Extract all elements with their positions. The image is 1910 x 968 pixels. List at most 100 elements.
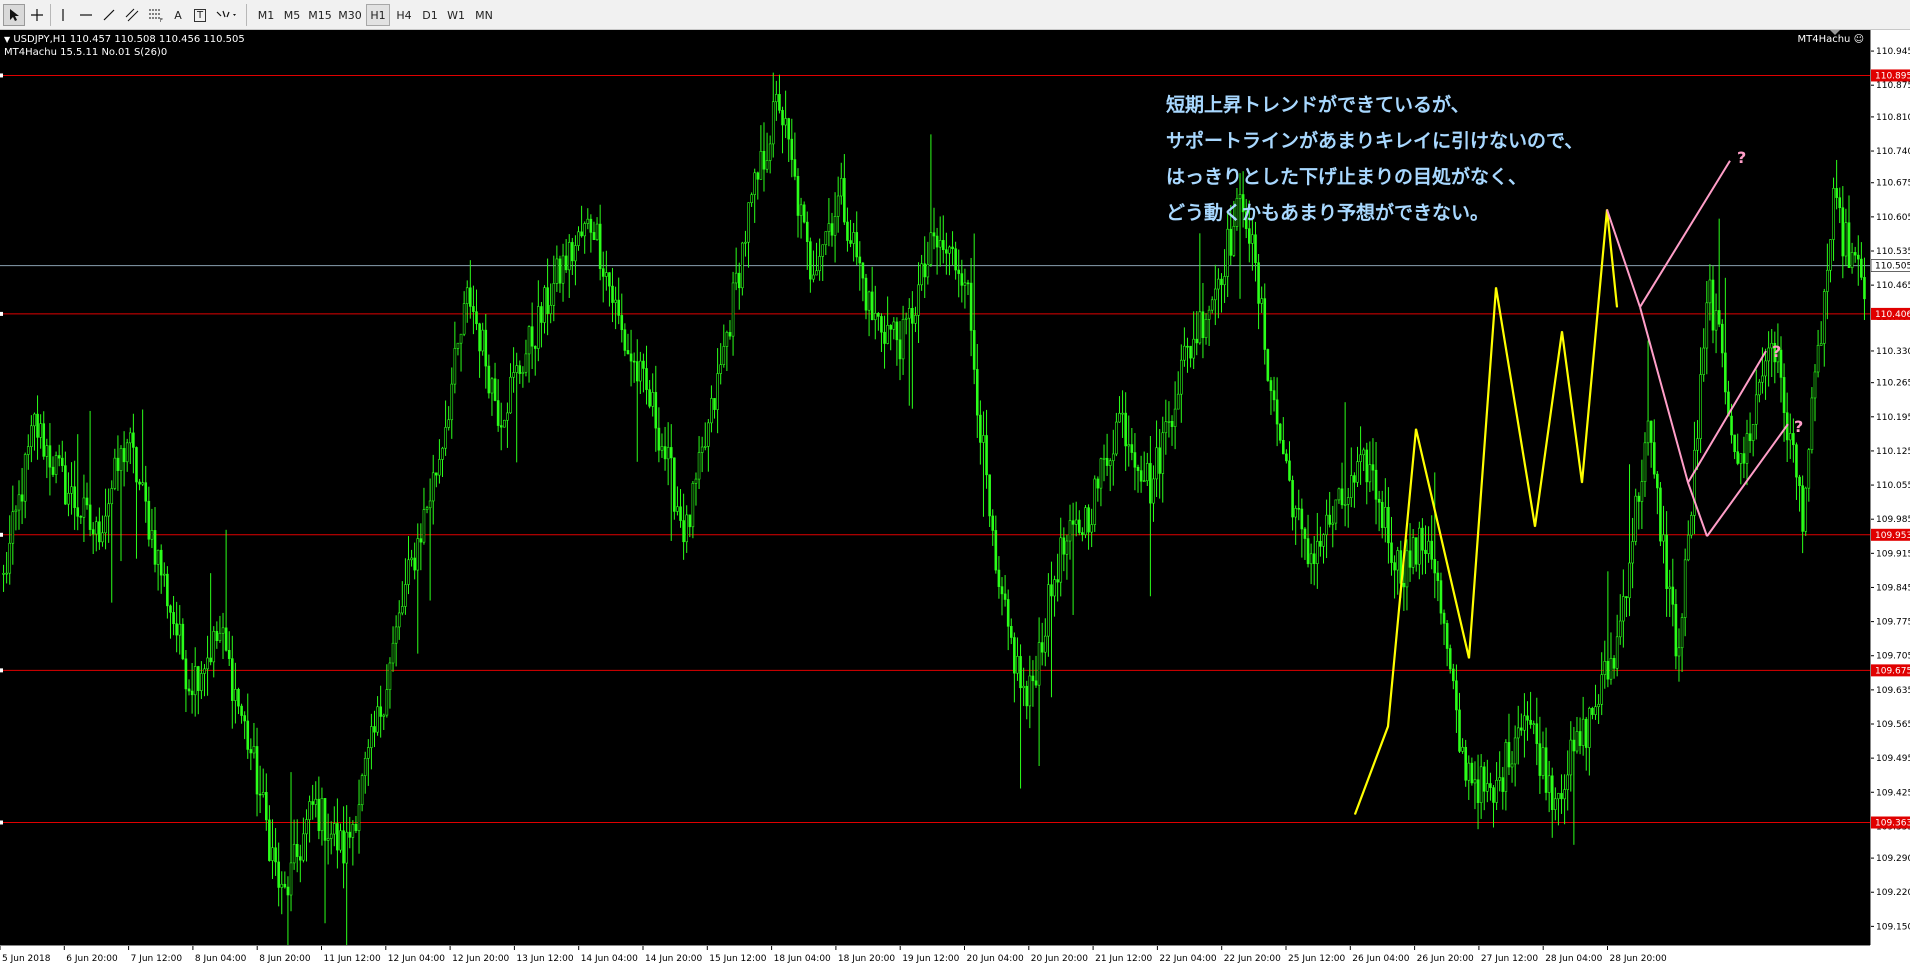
candle — [1628, 464, 1631, 617]
fibonacci-icon[interactable]: F — [145, 4, 167, 26]
level-handle[interactable] — [0, 532, 3, 537]
symbol-dropdown-icon[interactable]: ▼ — [4, 35, 10, 44]
candle — [951, 231, 954, 266]
candle — [1183, 327, 1186, 367]
timeframe-h4-button[interactable]: H4 — [392, 4, 416, 26]
candle — [629, 329, 633, 387]
candle — [277, 842, 280, 907]
zigzag-point — [1354, 813, 1356, 815]
candle — [608, 272, 611, 307]
candle — [268, 805, 271, 862]
candle — [274, 828, 277, 876]
timeframe-mn-button[interactable]: MN — [470, 4, 498, 26]
candle — [1482, 761, 1486, 811]
candle — [886, 296, 889, 345]
candle — [196, 665, 200, 715]
text-label-icon[interactable]: T — [191, 4, 209, 26]
candle — [1461, 738, 1464, 754]
time-tick-label: 21 Jun 12:00 — [1095, 954, 1152, 964]
symbol-info: ▼ USDJPY,H1 110.457 110.508 110.456 110.… — [4, 34, 245, 45]
level-handle[interactable] — [0, 311, 3, 316]
vertical-line-icon[interactable] — [54, 4, 72, 26]
candle — [719, 343, 723, 385]
candle — [1043, 618, 1047, 667]
candle — [963, 268, 967, 309]
candle — [1501, 766, 1505, 810]
timeframe-m5-button[interactable]: M5 — [280, 4, 304, 26]
candle — [255, 727, 259, 817]
time-tick-label: 6 Jun 20:00 — [66, 954, 118, 964]
annotation-line-2: サポートラインがあまりキレイに引けないので、 — [1166, 130, 1584, 152]
time-axis[interactable]: 5 Jun 2018 6 Jun 20:00 7 Jun 12:00 8 Jun 04… — [0, 945, 1870, 967]
candle — [1272, 376, 1276, 412]
candle — [1554, 787, 1557, 821]
candle — [1278, 422, 1282, 444]
timeframe-m15-button[interactable]: M15 — [306, 4, 334, 26]
candle — [1102, 444, 1106, 482]
chart-window: ▼ USDJPY,H1 110.457 110.508 110.456 110.… — [0, 30, 1910, 967]
candle — [747, 202, 750, 268]
candle — [234, 662, 237, 724]
crosshair-icon[interactable] — [27, 4, 47, 26]
chart-area[interactable]: ▼ USDJPY,H1 110.457 110.508 110.456 110.… — [0, 30, 1870, 945]
candle — [181, 618, 185, 661]
trendline-icon[interactable] — [99, 4, 119, 26]
price-axis[interactable]: 110.945 110.875 110.810 110.740 110.675 110.6… — [1870, 30, 1910, 945]
candle — [333, 806, 336, 847]
timeframe-w1-button[interactable]: W1 — [444, 4, 468, 26]
time-tick-label: 28 Jun 20:00 — [1610, 954, 1667, 964]
candle — [453, 321, 457, 394]
candle — [506, 402, 509, 448]
candle — [45, 438, 49, 479]
zigzag-trend-line[interactable] — [1353, 209, 1619, 815]
candle — [283, 871, 287, 889]
candle — [76, 434, 80, 531]
candle — [861, 262, 865, 302]
arrows-dropdown-icon[interactable] — [213, 4, 241, 26]
candle — [1312, 536, 1316, 586]
candle — [175, 601, 178, 653]
candle — [342, 806, 345, 889]
candle — [249, 738, 253, 771]
candle — [734, 247, 738, 291]
candle — [889, 324, 893, 351]
level-handle[interactable] — [0, 668, 3, 673]
candle — [589, 214, 593, 253]
candlestick-chart[interactable] — [0, 30, 1870, 945]
candle — [716, 348, 719, 434]
text-icon[interactable]: A — [170, 4, 186, 26]
candle — [1074, 501, 1078, 537]
candle — [988, 474, 991, 528]
candle — [1445, 620, 1449, 667]
candle — [812, 250, 815, 283]
candle — [682, 493, 685, 560]
channel-icon[interactable] — [122, 4, 142, 26]
candle — [1130, 427, 1134, 461]
timeframe-m1-button[interactable]: M1 — [254, 4, 278, 26]
level-handle[interactable] — [0, 820, 3, 825]
ea-label[interactable]: MT4Hachu ☺ — [1797, 34, 1864, 45]
candle — [1557, 792, 1560, 826]
candle — [1801, 475, 1804, 554]
level-price-label: 109.675 — [1875, 666, 1910, 676]
candle — [1702, 328, 1706, 382]
horizontal-line-icon[interactable] — [76, 4, 96, 26]
cursor-arrow-icon[interactable] — [3, 4, 25, 26]
candle — [444, 400, 447, 456]
candle — [1374, 441, 1378, 525]
timeframe-d1-button[interactable]: D1 — [418, 4, 442, 26]
timeframe-m30-button[interactable]: M30 — [336, 4, 364, 26]
candle — [1640, 459, 1644, 529]
candle — [299, 844, 302, 883]
level-handle[interactable] — [0, 73, 3, 78]
candle — [1659, 482, 1662, 547]
candle — [901, 305, 905, 375]
timeframe-h1-button[interactable]: H1 — [366, 4, 390, 26]
forecast-scenario-up[interactable] — [1639, 160, 1731, 308]
candle — [1526, 701, 1529, 741]
candle — [873, 285, 877, 340]
price-tick-label: 109.290 — [1876, 854, 1910, 864]
candle — [203, 664, 206, 697]
candle — [1306, 514, 1310, 568]
candle — [1371, 438, 1375, 491]
